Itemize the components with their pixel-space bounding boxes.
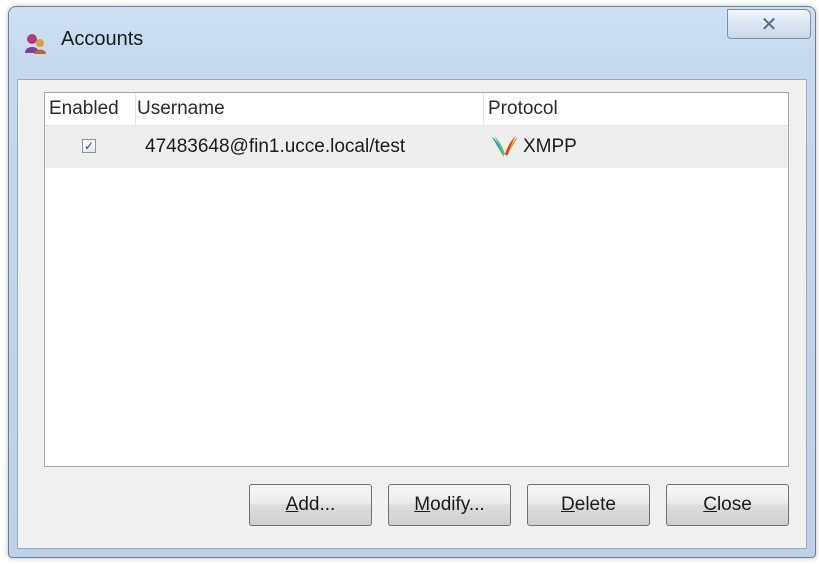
title-bar[interactable]: Accounts ✕	[9, 7, 815, 69]
close-button[interactable]: Close	[666, 484, 789, 526]
modify-button[interactable]: Modify...	[388, 484, 511, 526]
modify-label: odify...	[430, 494, 485, 515]
column-divider[interactable]	[483, 93, 484, 125]
window-title: Accounts	[61, 28, 144, 50]
check-icon: ✓	[83, 139, 95, 153]
protocol-cell: XMPP	[523, 136, 577, 157]
column-divider[interactable]	[135, 93, 136, 125]
column-header-enabled[interactable]: Enabled	[49, 98, 119, 120]
username-cell: 47483648@fin1.ucce.local/test	[145, 136, 406, 157]
column-header-protocol[interactable]: Protocol	[488, 98, 558, 120]
delete-button[interactable]: Delete	[527, 484, 650, 526]
list-header: Enabled Username Protocol	[45, 93, 788, 126]
dialog-client-area: Enabled Username Protocol ✓ 47483648@fin…	[17, 79, 807, 549]
close-label: lose	[716, 494, 752, 515]
close-icon: ✕	[760, 13, 778, 36]
add-mnemonic: A	[285, 494, 299, 515]
delete-label: elete	[574, 494, 616, 515]
column-header-username[interactable]: Username	[137, 98, 225, 120]
list-item[interactable]: ✓ 47483648@fin1.ucce.local/test XMPP	[45, 126, 788, 168]
accounts-app-icon	[23, 31, 47, 55]
enabled-checkbox[interactable]: ✓	[82, 139, 96, 153]
accounts-window: Accounts ✕ Enabled Username Protocol ✓ 4…	[8, 6, 816, 558]
accounts-list[interactable]: Enabled Username Protocol ✓ 47483648@fin…	[44, 92, 789, 467]
modify-mnemonic: M	[414, 494, 431, 515]
add-button[interactable]: Add...	[249, 484, 372, 526]
xmpp-icon	[491, 134, 519, 160]
add-label: dd...	[298, 494, 336, 515]
close-mnemonic: C	[703, 494, 717, 515]
window-close-button[interactable]: ✕	[727, 9, 811, 39]
delete-mnemonic: D	[561, 494, 575, 515]
